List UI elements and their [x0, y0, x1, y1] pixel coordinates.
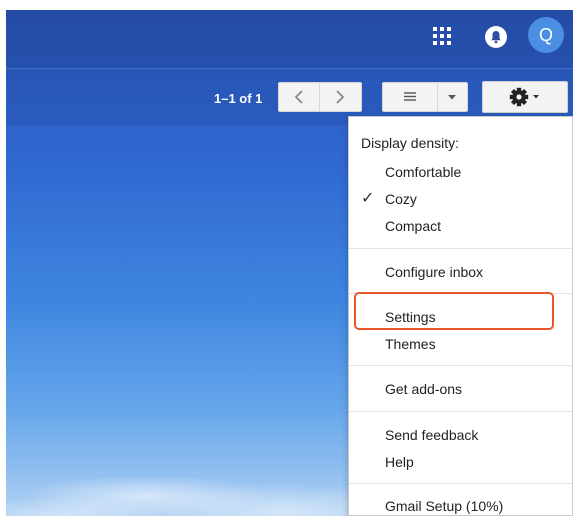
- menu-divider: [349, 483, 572, 484]
- next-button[interactable]: [320, 82, 362, 112]
- caret-down-icon: [448, 95, 456, 100]
- menu-divider: [349, 293, 572, 294]
- menu-item-label: Get add-ons: [385, 381, 463, 397]
- menu-item-label: Configure inbox: [385, 264, 484, 280]
- menu-item-label: Compact: [385, 218, 442, 234]
- menu-item-comfortable[interactable]: Comfortable: [349, 161, 572, 183]
- bell-icon[interactable]: [485, 26, 507, 48]
- chevron-right-icon: [336, 90, 345, 104]
- menu-item-label: Help: [385, 454, 414, 470]
- menu-item-label: Comfortable: [385, 164, 462, 180]
- menu-item-compact[interactable]: Compact: [349, 215, 572, 237]
- settings-menu: Display density: Comfortable ✓ Cozy Comp…: [348, 116, 573, 516]
- menu-item-label: Gmail Setup (10%): [385, 498, 504, 514]
- menu-item-send-feedback[interactable]: Send feedback: [349, 424, 572, 446]
- menu-item-themes[interactable]: Themes: [349, 333, 572, 355]
- list-view-button[interactable]: [382, 82, 438, 112]
- avatar[interactable]: Q: [528, 17, 564, 53]
- menu-item-gmail-setup[interactable]: Gmail Setup (10%): [349, 495, 572, 516]
- menu-item-label: Send feedback: [385, 427, 479, 443]
- apps-grid-icon[interactable]: [432, 26, 452, 46]
- list-view-icon: [404, 92, 416, 101]
- menu-item-configure-inbox[interactable]: Configure inbox: [349, 261, 572, 283]
- display-density-heading: Display density:: [361, 135, 460, 151]
- menu-item-label: Settings: [385, 309, 436, 325]
- menu-divider: [349, 411, 572, 412]
- caret-down-icon: [533, 95, 539, 99]
- menu-divider: [349, 248, 572, 249]
- menu-item-label: Themes: [385, 336, 436, 352]
- pagination-count: 1–1 of 1: [214, 91, 263, 106]
- view-toggle: [382, 82, 468, 112]
- menu-item-help[interactable]: Help: [349, 451, 572, 473]
- checkmark-icon: ✓: [361, 190, 375, 207]
- menu-item-get-add-ons[interactable]: Get add-ons: [349, 378, 572, 400]
- view-dropdown-button[interactable]: [438, 82, 468, 112]
- menu-divider: [349, 365, 572, 366]
- menu-item-settings[interactable]: Settings: [349, 306, 572, 328]
- gear-icon: [509, 87, 539, 107]
- menu-item-label: Cozy: [385, 191, 417, 207]
- app-window: Q 1–1 of 1 Display density: Comfortable …: [6, 10, 573, 516]
- chevron-left-icon: [294, 90, 303, 104]
- menu-item-cozy[interactable]: ✓ Cozy: [349, 188, 572, 210]
- pagination-buttons: [278, 82, 362, 112]
- previous-button[interactable]: [278, 82, 320, 112]
- settings-gear-button[interactable]: [482, 81, 568, 113]
